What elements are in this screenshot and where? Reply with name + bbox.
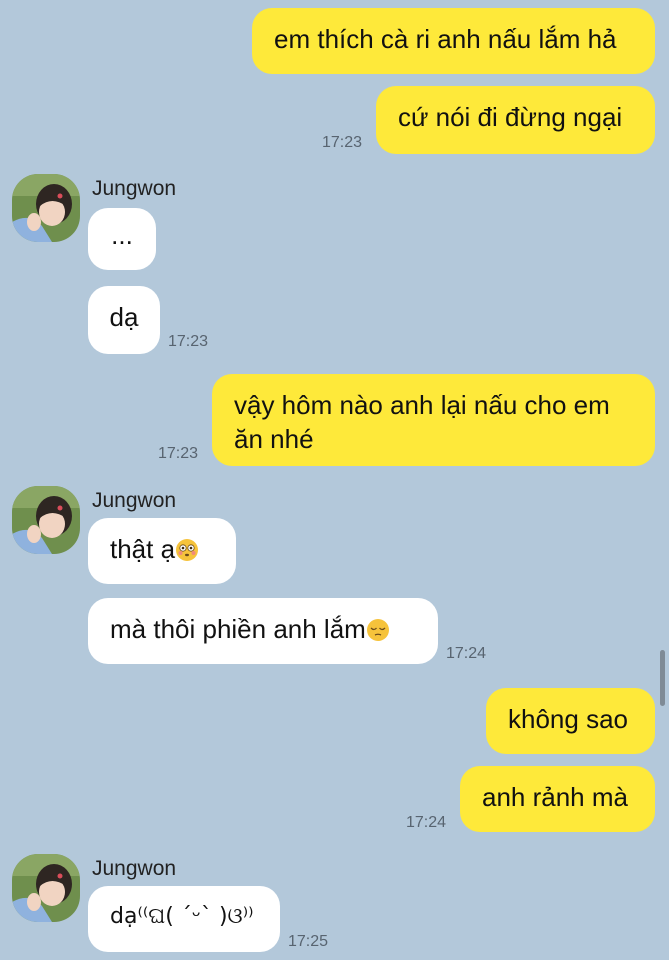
flushed-face-icon [176,539,199,561]
avatar-photo [12,486,80,554]
message-timestamp: 17:24 [406,814,447,831]
message-text: mà thôi phiền anh lắm [110,614,366,644]
avatar[interactable] [12,174,80,242]
avatar[interactable] [12,854,80,922]
message-bubble-incoming[interactable]: dạ⁽⁽ଘ( ˊᵕˋ )ଓ⁾⁾ [88,886,280,952]
avatar-photo [12,854,80,922]
pensive-face-icon [366,619,389,641]
message-text: anh rảnh mà [482,782,628,812]
message-text: thật ạ [110,534,176,564]
message-text: dạ [109,302,139,332]
message-bubble-outgoing[interactable]: anh rảnh mà [460,766,655,832]
message-bubble-outgoing[interactable]: cứ nói đi đừng ngại [376,86,655,154]
message-bubble-incoming[interactable]: ... [88,208,156,270]
message-bubble-outgoing[interactable]: em thích cà ri anh nấu lắm hả [252,8,655,74]
message-text: ... [111,220,133,250]
message-bubble-incoming[interactable]: thật ạ [88,518,236,584]
chat-window: em thích cà ri anh nấu lắm hả cứ nói đi … [0,0,669,960]
message-bubble-incoming[interactable]: mà thôi phiền anh lắm [88,598,438,664]
message-text: dạ⁽⁽ଘ( ˊᵕˋ )ଓ⁾⁾ [110,904,254,929]
message-timestamp: 17:25 [288,933,329,950]
sender-name: Jungwon [92,489,177,512]
message-bubble-incoming[interactable]: dạ [88,286,160,354]
message-text: cứ nói đi đừng ngại [398,102,623,132]
message-timestamp: 17:23 [322,134,363,151]
message-timestamp: 17:23 [158,445,199,462]
message-text: không sao [508,704,628,734]
message-text: vậy hôm nào anh lại nấu cho em ăn nhé [234,390,610,454]
message-bubble-outgoing[interactable]: không sao [486,688,655,754]
avatar-photo [12,174,80,242]
message-timestamp: 17:23 [168,333,209,350]
message-bubble-outgoing[interactable]: vậy hôm nào anh lại nấu cho em ăn nhé [212,374,655,466]
message-text: em thích cà ri anh nấu lắm hả [274,24,617,54]
sender-name: Jungwon [92,857,177,880]
message-timestamp: 17:24 [446,645,487,662]
scrollbar[interactable] [660,650,665,706]
avatar[interactable] [12,486,80,554]
sender-name: Jungwon [92,177,177,200]
